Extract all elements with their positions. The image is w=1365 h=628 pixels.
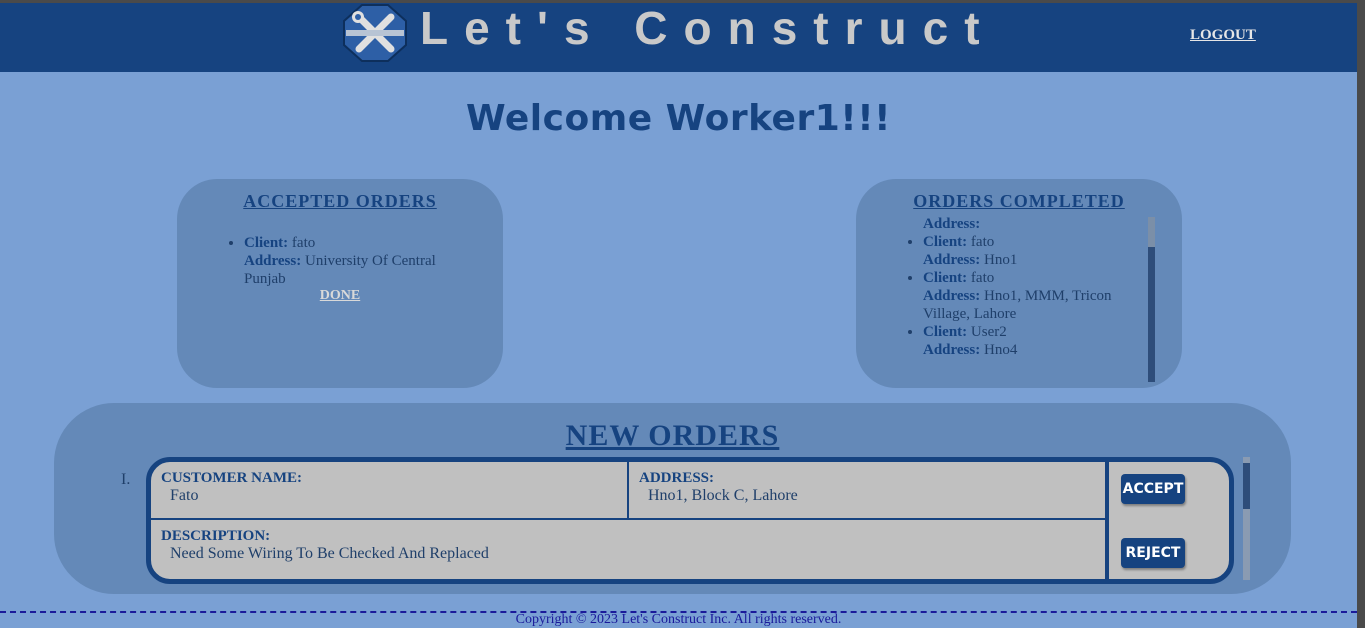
list-item: Client: fato Address: Hno1, MMM, Tricon … [923,269,1147,323]
list-item: Client: fato Address: University Of Cent… [244,234,474,288]
order-card: CUSTOMER NAME: Fato ADDRESS: Hno1, Block… [146,457,1234,584]
list-item: Client: fato Address: Hno1 [923,233,1147,269]
customer-name-label: CUSTOMER NAME: [161,470,302,486]
address-value: Hno1, Block C, Lahore [648,487,798,504]
orders-completed-panel: ORDERS COMPLETED Address: Client: fato A… [856,179,1182,388]
new-orders-panel: NEW ORDERS I. CUSTOMER NAME: Fato ADDRES… [54,403,1291,594]
logout-link[interactable]: LOGOUT [1190,27,1256,44]
divider [151,518,1106,520]
new-orders-scrollbar[interactable] [1243,457,1250,580]
client-value: fato [970,270,995,286]
client-value: fato [970,234,995,250]
description-label: DESCRIPTION: [161,528,271,544]
reject-button[interactable]: REJECT [1121,538,1185,568]
address-label: Address: [923,342,981,358]
address-label: ADDRESS: [639,470,715,486]
client-label: Client: [923,324,968,340]
address-label: Address: [923,252,981,268]
list-item: Client: User2 Address: Hno4 [923,323,1147,359]
address-cell: ADDRESS: Hno1, Block C, Lahore [639,470,798,505]
welcome-heading: Welcome Worker1!!! [465,98,892,139]
address-label: Address: [923,288,981,304]
description-cell: DESCRIPTION: Need Some Wiring To Be Chec… [161,528,489,563]
orders-completed-title: ORDERS COMPLETED [913,191,1125,211]
client-label: Client: [923,234,968,250]
orders-completed-list: Address: Client: fato Address: Hno1 Clie… [903,215,1147,359]
site-header: Let's Construct LOGOUT [0,3,1357,72]
brand-title: Let's Construct [420,2,996,54]
accepted-orders-list: Client: fato Address: University Of Cent… [224,234,474,288]
footer-copyright: Copyright © 2023 Let's Construct Inc. Al… [515,612,842,627]
accepted-orders-panel: ACCEPTED ORDERS Client: fato Address: Un… [177,179,503,388]
divider [627,462,629,520]
client-label: Client: [244,235,289,251]
done-link[interactable]: DONE [177,288,503,304]
scrollbar-thumb[interactable] [1148,247,1155,382]
customer-name-cell: CUSTOMER NAME: Fato [161,470,302,505]
client-value: fato [291,235,316,251]
wrench-screwdriver-icon [342,3,408,63]
address-value: Hno4 [983,342,1018,358]
client-value: User2 [970,324,1007,340]
address-value: Hno1 [983,252,1018,268]
accepted-orders-title: ACCEPTED ORDERS [243,191,437,211]
list-item: Address: [923,215,1147,233]
scrollbar-thumb[interactable] [1243,463,1250,509]
order-index: I. [121,471,131,488]
customer-name-value: Fato [170,487,199,504]
orders-completed-scroll-area[interactable]: Address: Client: fato Address: Hno1 Clie… [903,215,1147,381]
description-value: Need Some Wiring To Be Checked And Repla… [170,545,489,562]
address-label: Address: [923,216,981,232]
orders-completed-scrollbar[interactable] [1148,217,1155,382]
client-label: Client: [923,270,968,286]
accept-button[interactable]: ACCEPT [1121,474,1185,504]
divider [1105,462,1109,579]
new-orders-title: NEW ORDERS [565,419,780,452]
window-scrollbar-track[interactable] [1357,3,1365,628]
address-label: Address: [244,253,302,269]
